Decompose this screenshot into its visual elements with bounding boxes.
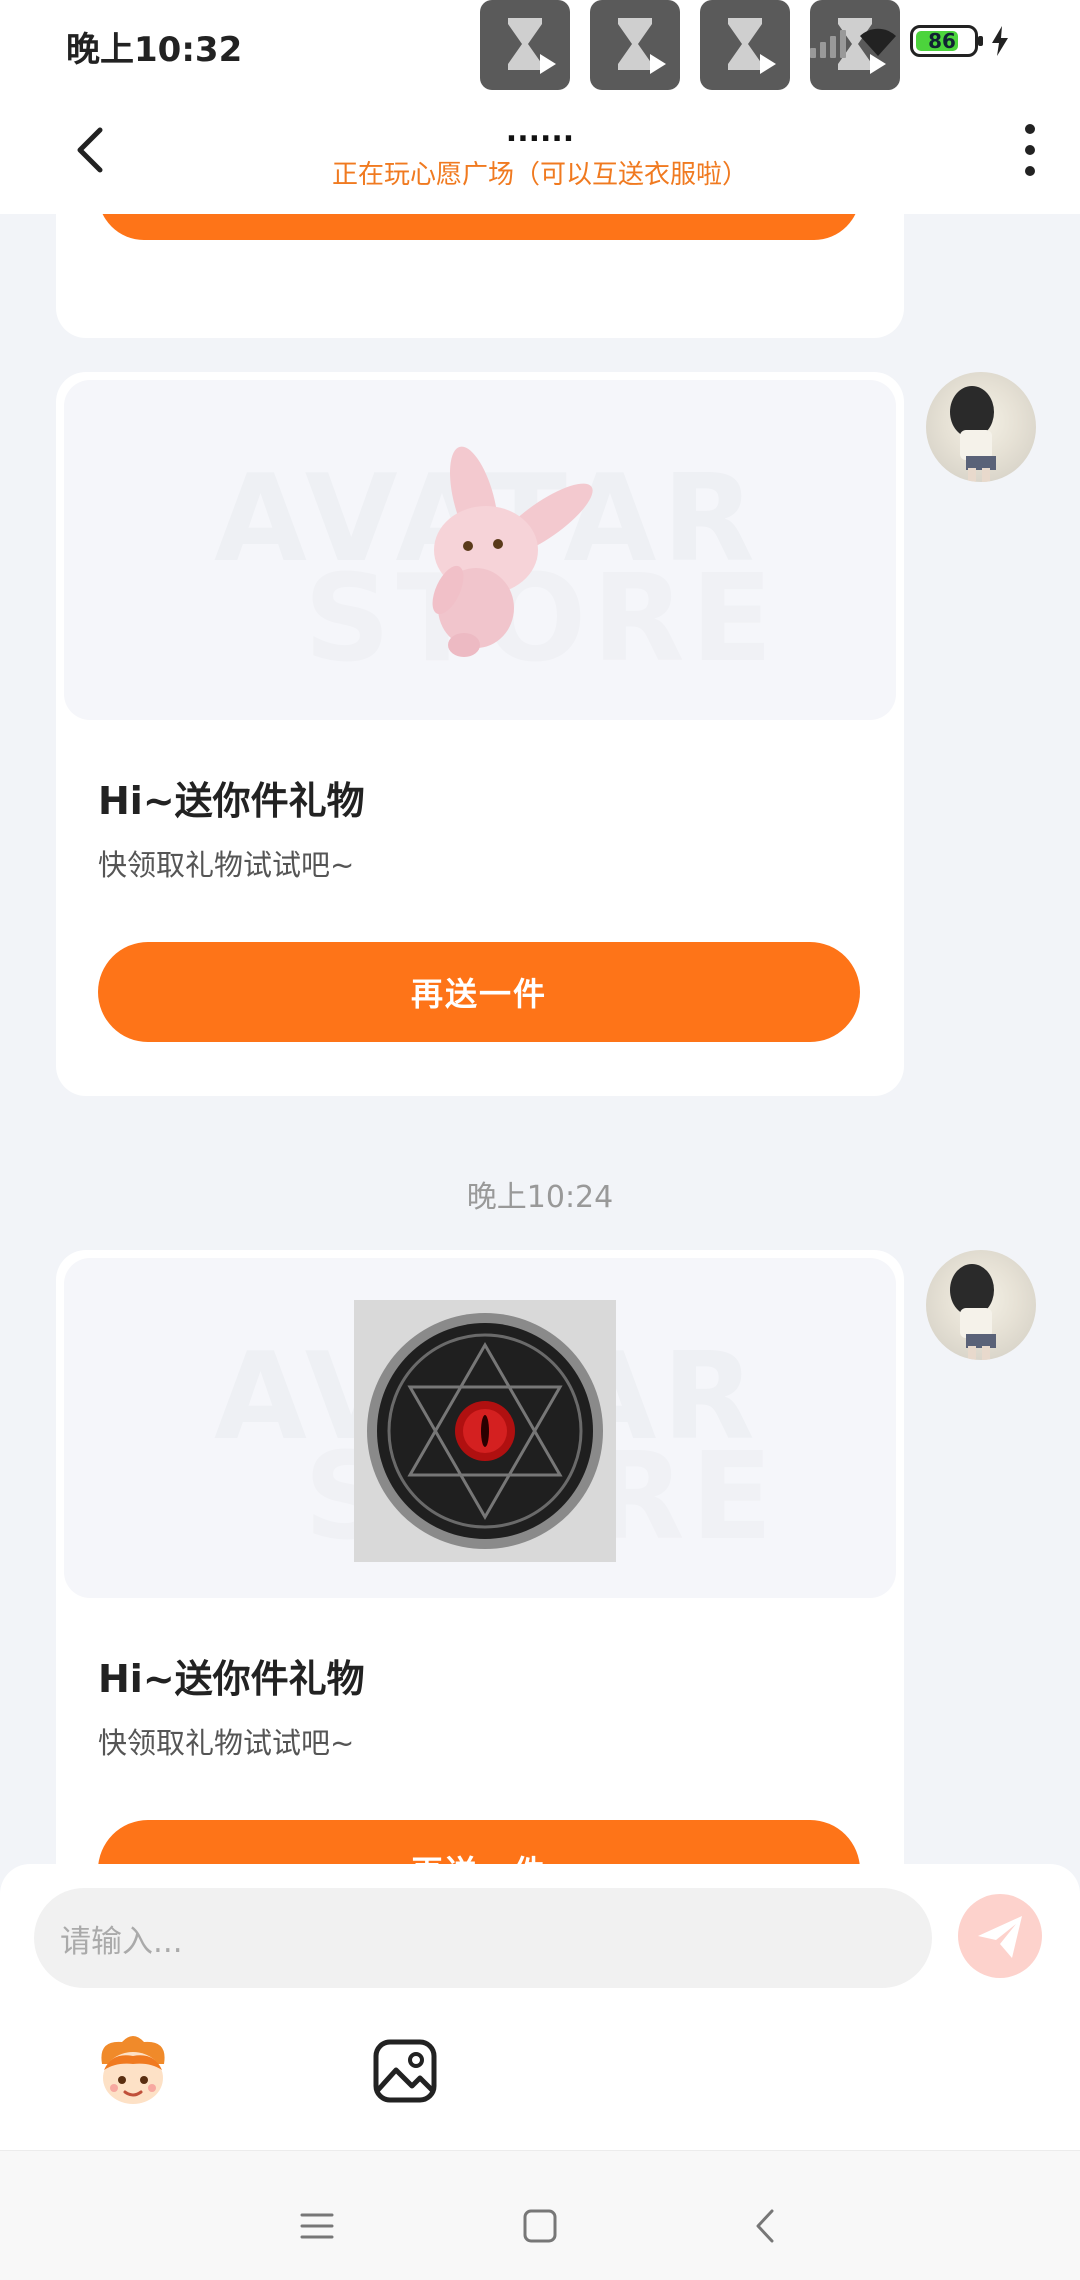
home-square-icon[interactable] bbox=[515, 2201, 565, 2251]
gift-description: 快领取礼物试试吧~ bbox=[98, 848, 355, 882]
system-navigation-bar bbox=[0, 2150, 1080, 2280]
send-again-button[interactable]: 再送一件 bbox=[98, 942, 860, 1042]
gift-title: Hi~送你件礼物 bbox=[98, 779, 365, 823]
hourglass-app-icon bbox=[480, 0, 570, 90]
gift-preview-image[interactable]: AVATAR STORE bbox=[64, 1258, 896, 1598]
more-options-icon[interactable] bbox=[1010, 118, 1050, 182]
chat-subtitle[interactable]: 正在玩心愿广场（可以互送衣服啦） bbox=[0, 154, 1080, 191]
gift-card: 再送一件 bbox=[56, 214, 904, 338]
gift-description: 快领取礼物试试吧~ bbox=[98, 1726, 355, 1760]
send-again-button[interactable]: 再送一件 bbox=[98, 214, 860, 240]
gift-preview-image[interactable]: AVATAR STORE bbox=[64, 380, 896, 720]
user-photo-icon bbox=[950, 386, 996, 482]
gift-card: AVATAR STORE Hi~送你件礼物 快领取礼物试试吧~ 再送一件 bbox=[56, 372, 904, 1096]
hourglass-app-icon bbox=[700, 0, 790, 90]
menu-icon[interactable] bbox=[292, 2201, 342, 2251]
gift-card: AVATAR STORE Hi~送你件礼物 快领取礼物试试吧~ 再送一件 bbox=[56, 1250, 904, 1864]
battery-level: 86 bbox=[928, 29, 956, 53]
avatar[interactable] bbox=[926, 372, 1036, 482]
charging-icon bbox=[992, 26, 1008, 56]
message-input[interactable]: 请输入... bbox=[34, 1888, 932, 1988]
battery-icon: 86 bbox=[910, 25, 983, 57]
avatar[interactable] bbox=[926, 1250, 1036, 1360]
status-indicators: 86 bbox=[810, 24, 1010, 58]
wifi-icon bbox=[860, 28, 896, 56]
user-photo-icon bbox=[950, 1264, 996, 1360]
message-timestamp: 晚上10:24 bbox=[466, 1180, 614, 1215]
back-chevron-icon[interactable] bbox=[742, 2201, 792, 2251]
signal-icon bbox=[810, 24, 846, 58]
chat-header: ...... 正在玩心愿广场（可以互送衣服啦） bbox=[0, 92, 1080, 214]
image-picker-icon[interactable] bbox=[364, 2030, 446, 2112]
message-composer: 请输入... bbox=[0, 1864, 1080, 2150]
chat-title: ...... bbox=[505, 114, 575, 149]
paper-plane-icon bbox=[978, 1916, 1022, 1958]
mascot-emoji-icon[interactable] bbox=[92, 2030, 174, 2112]
hourglass-app-icon bbox=[590, 0, 680, 90]
status-bar: 晚上10:32 86 bbox=[0, 0, 1080, 92]
send-button[interactable] bbox=[958, 1894, 1042, 1978]
chat-messages[interactable]: 再送一件 AVATAR STORE Hi~送你件礼物 快领取礼物试试吧~ 再送一… bbox=[0, 214, 1080, 1864]
dark-magic-circle-eye-icon bbox=[354, 1300, 616, 1562]
send-again-button[interactable]: 再送一件 bbox=[98, 1820, 860, 1864]
status-time: 晚上10:32 bbox=[66, 30, 243, 70]
pink-bunny-plush-icon bbox=[432, 446, 593, 657]
gift-title: Hi~送你件礼物 bbox=[98, 1657, 365, 1701]
